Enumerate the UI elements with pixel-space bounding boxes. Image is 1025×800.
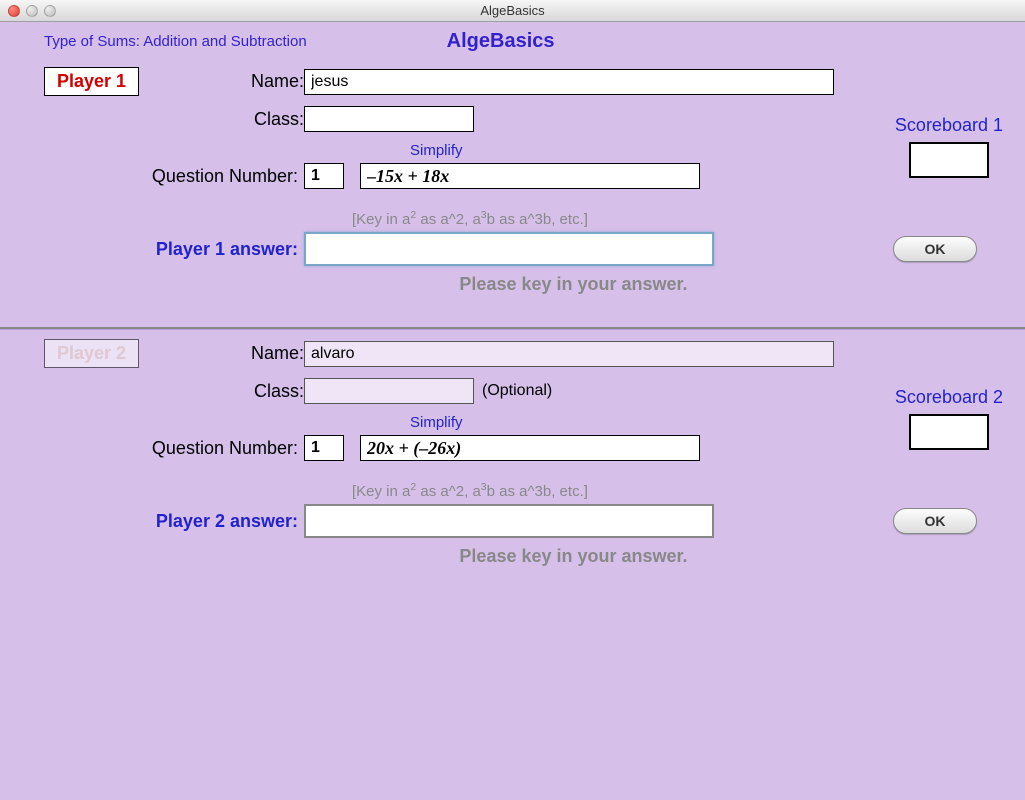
app-content: Type of Sums: Addition and Subtraction A… [0, 22, 1025, 599]
player2-badge: Player 2 [44, 339, 139, 368]
input-hint: [Key in a2 as a^2, a3b as a^3b, etc.] [352, 209, 1003, 228]
window-title: AlgeBasics [0, 3, 1025, 18]
scoreboard1-box [909, 142, 989, 178]
player2-name-input[interactable] [304, 341, 834, 367]
input-hint: [Key in a2 as a^2, a3b as a^3b, etc.] [352, 481, 1003, 500]
name-label: Name: [174, 343, 304, 364]
player1-answer-input[interactable] [304, 232, 714, 266]
optional-label: (Optional) [482, 382, 552, 400]
player1-answer-label: Player 1 answer: [44, 239, 304, 260]
player2-class-input[interactable] [304, 378, 474, 404]
type-of-sums-label: Type of Sums: Addition and Subtraction [44, 33, 307, 50]
player2-question [360, 435, 700, 461]
player2-answer-label: Player 2 answer: [44, 511, 304, 532]
player1-prompt: Please key in your answer. [144, 274, 1003, 295]
player1-section: Player 1 Name: Class: Simplify Question … [0, 57, 1025, 327]
scoreboard2-box [909, 414, 989, 450]
player1-badge: Player 1 [44, 67, 139, 96]
header-row: Type of Sums: Addition and Subtraction A… [0, 22, 1025, 57]
player1-scoreboard: Scoreboard 1 [895, 115, 1003, 178]
question-number-label: Question Number: [44, 166, 304, 187]
class-label: Class: [174, 109, 304, 130]
window-titlebar: AlgeBasics [0, 0, 1025, 22]
player2-scoreboard: Scoreboard 2 [895, 387, 1003, 450]
app-title: AlgeBasics [447, 30, 555, 53]
player1-question-number[interactable] [304, 163, 344, 189]
class-label: Class: [174, 381, 304, 402]
question-number-label: Question Number: [44, 438, 304, 459]
player2-question-number[interactable] [304, 435, 344, 461]
player1-ok-button[interactable]: OK [893, 236, 977, 262]
player2-section: Player 2 Name: Class: (Optional) Simplif… [0, 329, 1025, 599]
player2-ok-button[interactable]: OK [893, 508, 977, 534]
player1-question [360, 163, 700, 189]
scoreboard2-label: Scoreboard 2 [895, 387, 1003, 408]
player2-answer-input[interactable] [304, 504, 714, 538]
scoreboard1-label: Scoreboard 1 [895, 115, 1003, 136]
name-label: Name: [174, 71, 304, 92]
player1-name-input[interactable] [304, 69, 834, 95]
player1-class-input[interactable] [304, 106, 474, 132]
player2-prompt: Please key in your answer. [144, 546, 1003, 567]
